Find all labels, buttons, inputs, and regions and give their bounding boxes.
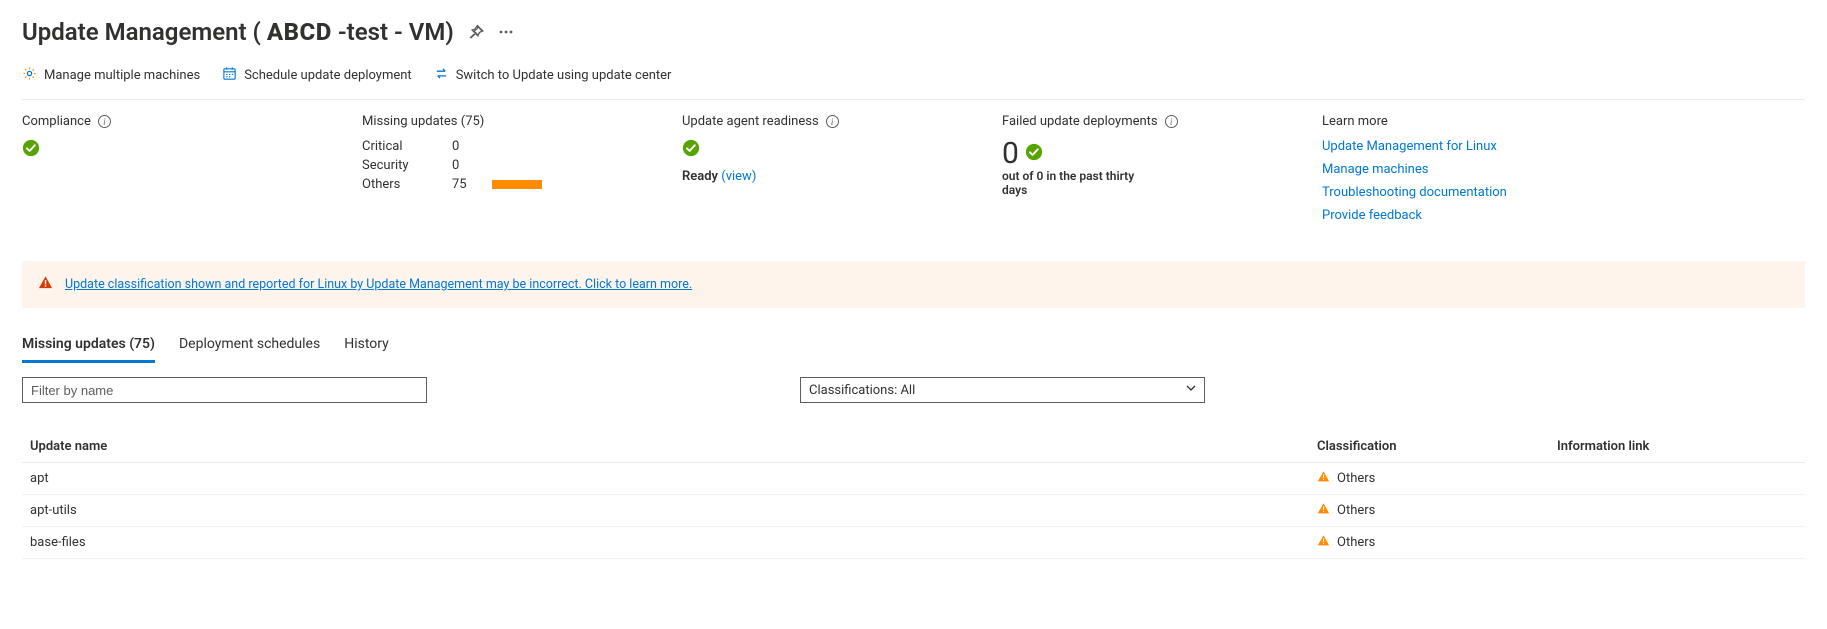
classifications-dropdown[interactable]: Classifications: All — [800, 377, 1205, 403]
result-tabs: Missing updates (75) Deployment schedule… — [22, 330, 1805, 363]
learn-link-manage[interactable]: Manage machines — [1322, 162, 1765, 177]
cell-update-name: base-files — [30, 535, 1317, 550]
warning-icon — [38, 275, 53, 294]
more-icon[interactable] — [498, 24, 514, 40]
info-icon[interactable]: i — [826, 115, 839, 128]
row-name: Critical — [362, 139, 452, 154]
tab-history[interactable]: History — [344, 330, 389, 363]
title-resource-name: ABCD — [267, 18, 332, 46]
dropdown-value: Classifications: All — [809, 383, 915, 398]
learn-link-feedback[interactable]: Provide feedback — [1322, 208, 1765, 223]
pin-icon[interactable] — [468, 24, 484, 40]
swap-arrows-icon — [434, 66, 449, 85]
warning-icon — [1317, 470, 1330, 487]
manage-multiple-machines-button[interactable]: Manage multiple machines — [22, 66, 200, 85]
filter-by-name-input[interactable] — [22, 377, 427, 403]
info-icon[interactable]: i — [98, 115, 111, 128]
missing-updates-tile: Missing updates (75) Critical 0 Security… — [362, 114, 682, 192]
agent-readiness-tile: Update agent readiness i Ready (view) — [682, 114, 1002, 184]
col-information-link[interactable]: Information link — [1557, 439, 1797, 454]
updates-table: Update name Classification Information l… — [22, 431, 1805, 559]
tab-missing-updates[interactable]: Missing updates (75) — [22, 330, 155, 363]
info-icon[interactable]: i — [1165, 115, 1178, 128]
agent-readiness-label: Update agent readiness — [682, 114, 819, 129]
row-value: 0 — [452, 158, 492, 173]
schedule-update-deployment-button[interactable]: Schedule update deployment — [222, 66, 411, 85]
gear-icon — [22, 66, 37, 85]
check-icon — [1025, 143, 1043, 165]
command-bar: Manage multiple machines Schedule update… — [22, 46, 1805, 95]
learn-more-label: Learn more — [1322, 114, 1388, 129]
agent-status: Ready — [682, 169, 718, 184]
cell-classification: Others — [1337, 535, 1375, 550]
title-prefix: Update Management ( — [22, 18, 261, 46]
others-bar — [492, 180, 542, 189]
failed-count: 0 — [1002, 139, 1019, 169]
missing-updates-label: Missing updates (75) — [362, 114, 484, 129]
learn-link-linux[interactable]: Update Management for Linux — [1322, 139, 1765, 154]
table-row[interactable]: apt Others — [22, 463, 1805, 495]
failed-subtext: out of 0 in the past thirty days — [1002, 169, 1162, 197]
table-row[interactable]: base-files Others — [22, 527, 1805, 559]
page-title: Update Management ( ABCD -test - VM) — [22, 18, 454, 46]
agent-view-link[interactable]: (view) — [721, 169, 756, 184]
failed-deployments-label: Failed update deployments — [1002, 114, 1158, 129]
chevron-down-icon — [1185, 382, 1197, 398]
compliance-tile: Compliance i — [22, 114, 362, 161]
banner-link[interactable]: Update classification shown and reported… — [65, 277, 692, 292]
learn-link-troubleshoot[interactable]: Troubleshooting documentation — [1322, 185, 1765, 200]
cell-update-name: apt — [30, 471, 1317, 486]
cell-classification: Others — [1337, 471, 1375, 486]
warning-icon — [1317, 502, 1330, 519]
toolbar-label: Schedule update deployment — [244, 68, 411, 83]
compliance-label: Compliance — [22, 114, 91, 129]
classification-warning-banner: Update classification shown and reported… — [22, 261, 1805, 308]
cell-update-name: apt-utils — [30, 503, 1317, 518]
calendar-icon — [222, 66, 237, 85]
row-name: Security — [362, 158, 452, 173]
toolbar-label: Switch to Update using update center — [456, 68, 672, 83]
row-value: 75 — [452, 177, 492, 192]
toolbar-label: Manage multiple machines — [44, 68, 200, 83]
switch-update-center-button[interactable]: Switch to Update using update center — [434, 66, 672, 85]
failed-deployments-tile: Failed update deployments i 0 out of 0 i… — [1002, 114, 1322, 197]
check-icon — [682, 146, 700, 161]
tab-deployment-schedules[interactable]: Deployment schedules — [179, 330, 320, 363]
col-update-name[interactable]: Update name — [30, 439, 1317, 454]
warning-icon — [1317, 534, 1330, 551]
table-row[interactable]: apt-utils Others — [22, 495, 1805, 527]
learn-more-tile: Learn more Update Management for Linux M… — [1322, 114, 1805, 223]
cell-classification: Others — [1337, 503, 1375, 518]
row-value: 0 — [452, 139, 492, 154]
col-classification[interactable]: Classification — [1317, 439, 1557, 454]
check-icon — [22, 146, 40, 161]
title-suffix: -test - VM) — [338, 18, 454, 46]
row-name: Others — [362, 177, 452, 192]
